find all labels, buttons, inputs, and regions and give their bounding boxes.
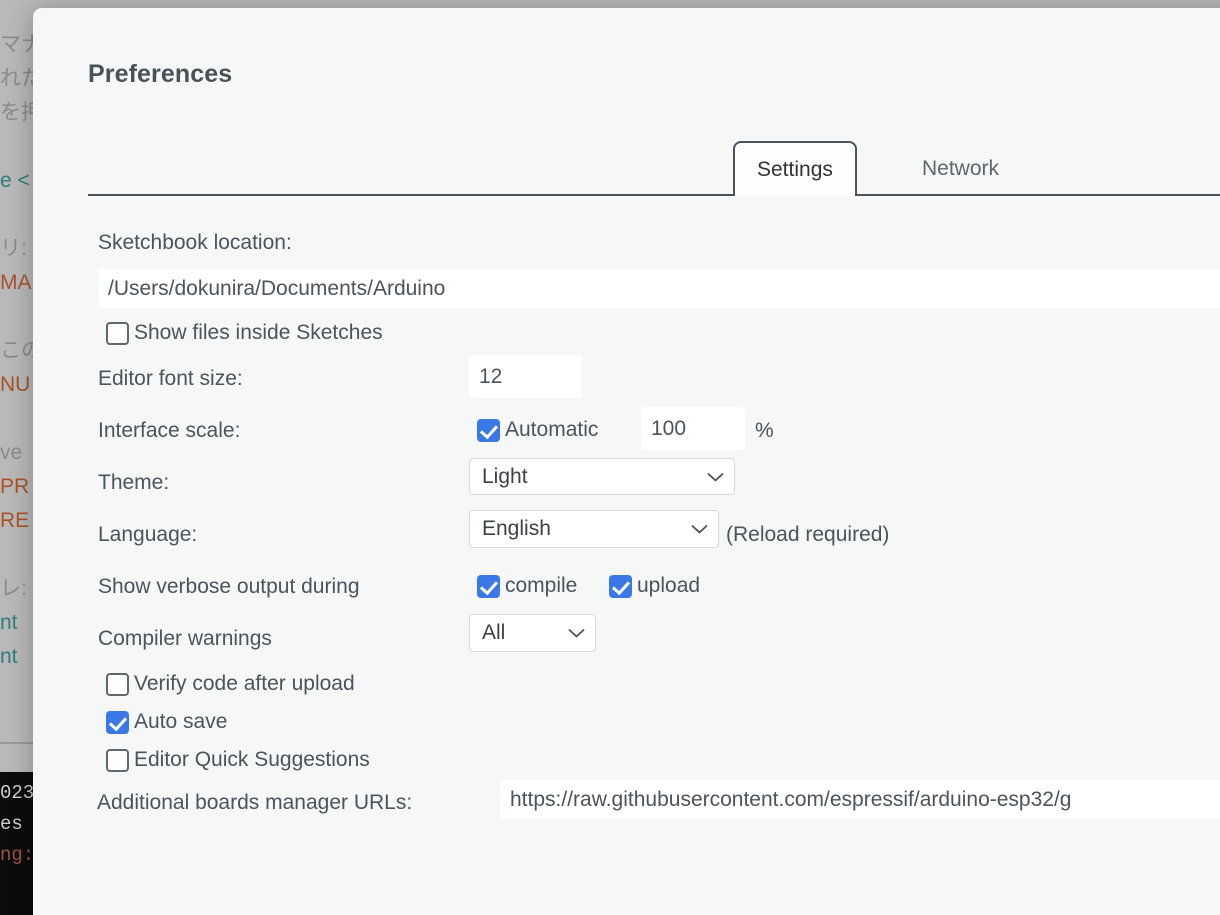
tab-settings[interactable]: Settings — [733, 141, 857, 196]
compiler-warnings-label: Compiler warnings — [98, 627, 272, 650]
compiler-warnings-value: All — [482, 621, 506, 644]
preferences-dialog: Preferences Settings Network Sketchbook … — [33, 8, 1220, 915]
chevron-down-icon — [691, 525, 708, 534]
show-files-inside-sketches-row[interactable]: Show files inside Sketches — [106, 321, 383, 345]
verbose-compile-label: compile — [505, 574, 578, 597]
show-files-inside-sketches-checkbox[interactable] — [106, 321, 129, 345]
sketchbook-location-input[interactable] — [98, 269, 1220, 308]
auto-save-checkbox[interactable] — [106, 710, 129, 734]
tab-network[interactable]: Network — [900, 141, 1021, 196]
interface-scale-label: Interface scale: — [98, 419, 241, 442]
auto-save-label: Auto save — [134, 710, 228, 733]
verbose-upload-row[interactable]: upload — [609, 574, 700, 598]
language-reload-note: (Reload required) — [726, 523, 890, 546]
sketchbook-location-label: Sketchbook location: — [98, 231, 292, 254]
interface-scale-input[interactable] — [641, 407, 745, 450]
interface-scale-automatic-label: Automatic — [505, 418, 599, 441]
editor-font-size-label: Editor font size: — [98, 367, 243, 390]
language-label: Language: — [98, 523, 198, 546]
theme-select[interactable]: Light — [469, 458, 735, 495]
language-select[interactable]: English — [469, 510, 719, 548]
additional-urls-input[interactable] — [500, 780, 1220, 819]
theme-label: Theme: — [98, 471, 170, 494]
interface-scale-automatic-checkbox[interactable] — [477, 418, 500, 442]
chevron-down-icon — [568, 629, 585, 638]
verify-code-after-upload-checkbox[interactable] — [106, 672, 129, 696]
page-title: Preferences — [88, 60, 233, 88]
settings-form: Sketchbook location: Show files inside S… — [33, 196, 1220, 915]
language-select-value: English — [482, 517, 551, 540]
verbose-upload-checkbox[interactable] — [609, 574, 632, 598]
verbose-upload-label: upload — [637, 574, 701, 597]
compiler-warnings-select[interactable]: All — [469, 614, 596, 652]
editor-quick-suggestions-label: Editor Quick Suggestions — [134, 748, 370, 771]
editor-font-size-input[interactable] — [469, 355, 582, 398]
editor-quick-suggestions-row[interactable]: Editor Quick Suggestions — [106, 748, 370, 772]
verbose-compile-row[interactable]: compile — [477, 574, 577, 598]
interface-scale-unit: % — [755, 419, 774, 442]
interface-scale-automatic-row[interactable]: Automatic — [477, 418, 598, 442]
verbose-output-label: Show verbose output during — [98, 575, 360, 598]
chevron-down-icon — [707, 472, 724, 481]
verbose-compile-checkbox[interactable] — [477, 574, 500, 598]
editor-quick-suggestions-checkbox[interactable] — [106, 748, 129, 772]
auto-save-row[interactable]: Auto save — [106, 710, 227, 734]
verify-code-after-upload-row[interactable]: Verify code after upload — [106, 672, 355, 696]
verify-code-after-upload-label: Verify code after upload — [134, 672, 355, 695]
tab-bar: Settings Network — [88, 139, 1220, 196]
theme-select-value: Light — [482, 464, 528, 488]
additional-urls-label: Additional boards manager URLs: — [97, 791, 413, 814]
show-files-inside-sketches-label: Show files inside Sketches — [134, 321, 383, 344]
